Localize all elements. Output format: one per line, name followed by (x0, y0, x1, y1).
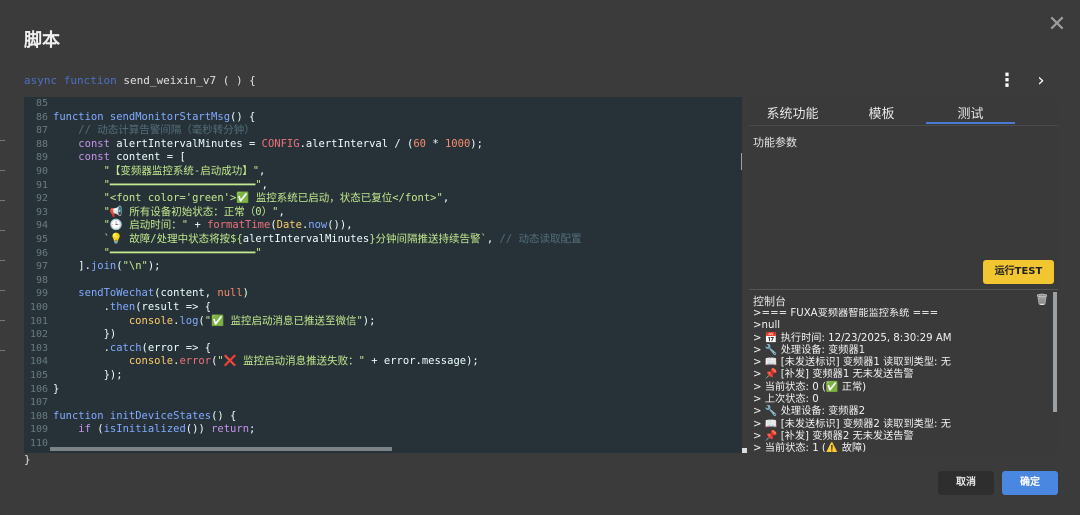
line-number: 97 (35, 261, 48, 273)
close-icon[interactable]: ✕ (1046, 12, 1068, 38)
code-line: if (isInitialized()) return; (78, 423, 256, 436)
code-line: "📢 所有设备初始状态：正常（0）", (103, 205, 285, 218)
code-line: }); (53, 369, 123, 381)
line-number: 107 (29, 397, 48, 409)
active-tab-indicator (926, 122, 1015, 124)
code-line: .catch(error => { (53, 341, 212, 354)
code-line: ].join("\n"); (53, 260, 161, 273)
console-line: > 📌 [补发] 变频器1 无未发送告警 (753, 369, 914, 381)
line-number: 96 (35, 247, 48, 259)
line-number: 100 (29, 302, 48, 313)
code-line: function sendMonitorStartMsg() { (53, 110, 256, 123)
code-line: console.log("✅ 监控启动消息已推送至微信"); (128, 314, 376, 327)
console-line: >null (753, 320, 781, 332)
line-number: 91 (35, 179, 48, 191)
line-number: 88 (35, 138, 48, 150)
line-number: 94 (35, 220, 48, 232)
line-number: 104 (29, 356, 48, 368)
console-label: 控制台 (753, 295, 786, 308)
line-number: 87 (35, 125, 48, 137)
dialog-title: 脚本 (24, 30, 60, 51)
function-signature: async function send_weixin_v7 ( ) { (24, 74, 256, 87)
tab-system-functions[interactable]: 系统功能 (749, 103, 836, 122)
code-line: const alertIntervalMinutes = CONFIG.aler… (78, 137, 483, 150)
console-line: > 当前状态: 0 (✅ 正常) (753, 381, 867, 393)
line-number: 89 (35, 152, 48, 164)
line-number: 106 (29, 383, 48, 395)
console-line: > 📖 [未发送标识] 变频器1 读取到类型: 无 (753, 357, 951, 369)
horizontal-scrollbar[interactable] (50, 447, 392, 451)
chevron-right-icon[interactable]: › (1032, 70, 1050, 92)
trash-icon[interactable]: 🗑 (1035, 293, 1049, 306)
line-number: 85 (35, 98, 48, 109)
code-line: const content = [ (78, 151, 186, 164)
line-number: 93 (35, 206, 48, 218)
line-number: 90 (35, 166, 48, 177)
console-line: > 🔧 处理设备: 变频器1 (753, 344, 866, 356)
line-number: 109 (29, 424, 48, 436)
line-number: 95 (35, 234, 48, 245)
line-number: 99 (35, 288, 48, 300)
line-number: 98 (35, 274, 48, 286)
console-line: > 🔧 处理设备: 变频器2 (753, 406, 866, 418)
function-name: send_weixin_v7 ( ) { (116, 74, 256, 87)
line-number: 101 (29, 315, 48, 327)
side-panel: 系统功能 模板 测试 功能参数 运行TEST 控制台 🗑 >=== FUXA变频… (749, 97, 1058, 455)
code-line: }) (53, 328, 117, 341)
code-line: "【变频器监控系统-启动成功】", (103, 165, 266, 177)
vertical-scrollbar[interactable] (741, 153, 742, 170)
script-dialog: 脚本 ✕ async function send_weixin_v7 ( ) {… (0, 0, 1080, 515)
line-number: 92 (35, 193, 48, 205)
function-keyword: function (63, 74, 117, 87)
console-line: > 上次状态: 0 (753, 394, 819, 406)
more-vert-icon[interactable]: ⋮ (998, 70, 1016, 92)
code-line: function initDeviceStates() { (53, 409, 237, 422)
code-line: `💡 故障/处理中状态将按${alertIntervalMinutes}分钟间隔… (103, 233, 582, 245)
line-number: 110 (29, 438, 48, 449)
background-edge-marks (0, 130, 6, 390)
panel-tabs: 系统功能 模板 测试 (749, 97, 1058, 126)
line-number: 105 (29, 370, 48, 381)
line-number: 103 (29, 342, 48, 354)
code-line: console.error("❌ 监控启动消息推送失败：" + error.me… (128, 355, 479, 368)
confirm-button[interactable]: 确定 (1002, 471, 1058, 495)
line-number: 108 (29, 410, 48, 422)
console-line: > 当前状态: 1 (⚠️ 故障) (753, 443, 867, 452)
console-line: > 📅 执行时间: 12/23/2025, 8:30:29 AM (753, 332, 952, 344)
console-line: > 📌 [补发] 变频器2 无未发送告警 (753, 430, 914, 442)
code-line: sendToWechat(content, null) (78, 287, 249, 300)
run-test-button[interactable]: 运行TEST (983, 260, 1054, 284)
cancel-button[interactable]: 取消 (938, 471, 994, 495)
params-label: 功能参数 (753, 136, 797, 149)
code-line: } (53, 382, 60, 395)
code-editor[interactable]: 85 86 function sendMonitorStartMsg() { 87 /… (24, 97, 742, 453)
tab-test[interactable]: 测试 (926, 103, 1015, 122)
scrollbar-corner (742, 448, 747, 453)
code-line: "🕒 启动时间：" + formatTime(Date.now()), (103, 219, 353, 232)
code-line: "<font color='green'>✅ 监控系统已启动，状态已复位</fo… (103, 192, 450, 205)
console-output: >=== FUXA变频器智能监控系统 === >null > 📅 执行时间: 12/… (753, 308, 1047, 452)
tab-templates[interactable]: 模板 (837, 103, 926, 122)
closing-brace: } (24, 453, 31, 466)
console-line: >=== FUXA变频器智能监控系统 === (753, 308, 939, 319)
code-line: .then(result => { (53, 301, 212, 313)
console-scrollbar[interactable] (1053, 292, 1057, 412)
code-line: "━━━━━━━━━━━━━━━━━━━━━━━", (103, 178, 268, 191)
async-keyword: async (24, 74, 58, 87)
line-number: 102 (29, 329, 48, 341)
console-line: > 📖 [未发送标识] 变频器2 读取到类型: 无 (753, 418, 951, 430)
code-line: // 动态计算告警间隔（毫秒转分钟） (78, 124, 255, 137)
line-number: 86 (35, 111, 48, 123)
code-line: "━━━━━━━━━━━━━━━━━━━━━━━" (103, 246, 262, 259)
panel-divider (749, 289, 1058, 290)
